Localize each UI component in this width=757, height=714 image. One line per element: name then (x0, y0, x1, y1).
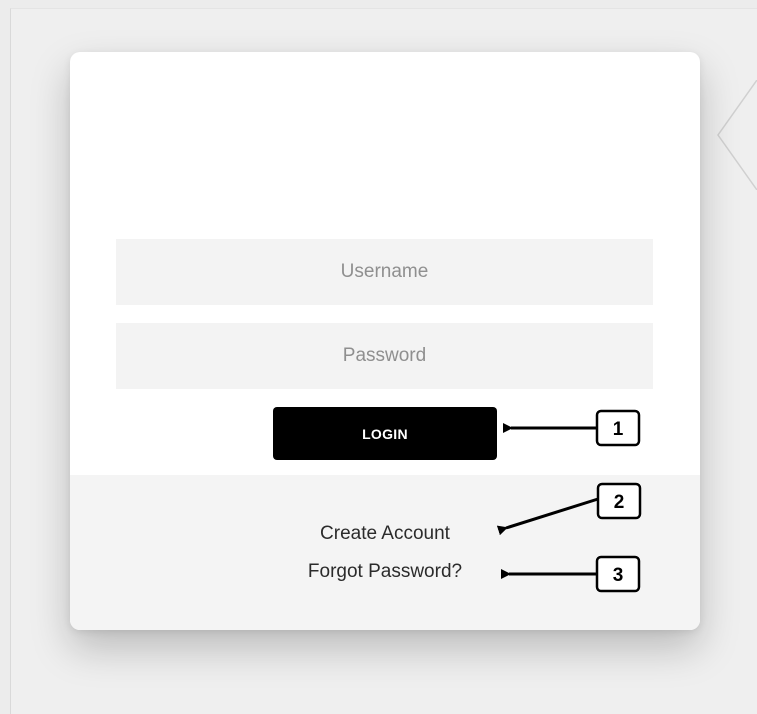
login-card: LOGIN Create Account Forgot Password? (70, 52, 700, 630)
forgot-password-link[interactable]: Forgot Password? (70, 561, 700, 583)
login-button[interactable]: LOGIN (273, 407, 497, 460)
create-account-link[interactable]: Create Account (70, 523, 700, 545)
login-card-footer (70, 475, 700, 630)
username-input[interactable] (116, 239, 653, 305)
side-chevron-icon (717, 80, 757, 190)
password-input[interactable] (116, 323, 653, 389)
